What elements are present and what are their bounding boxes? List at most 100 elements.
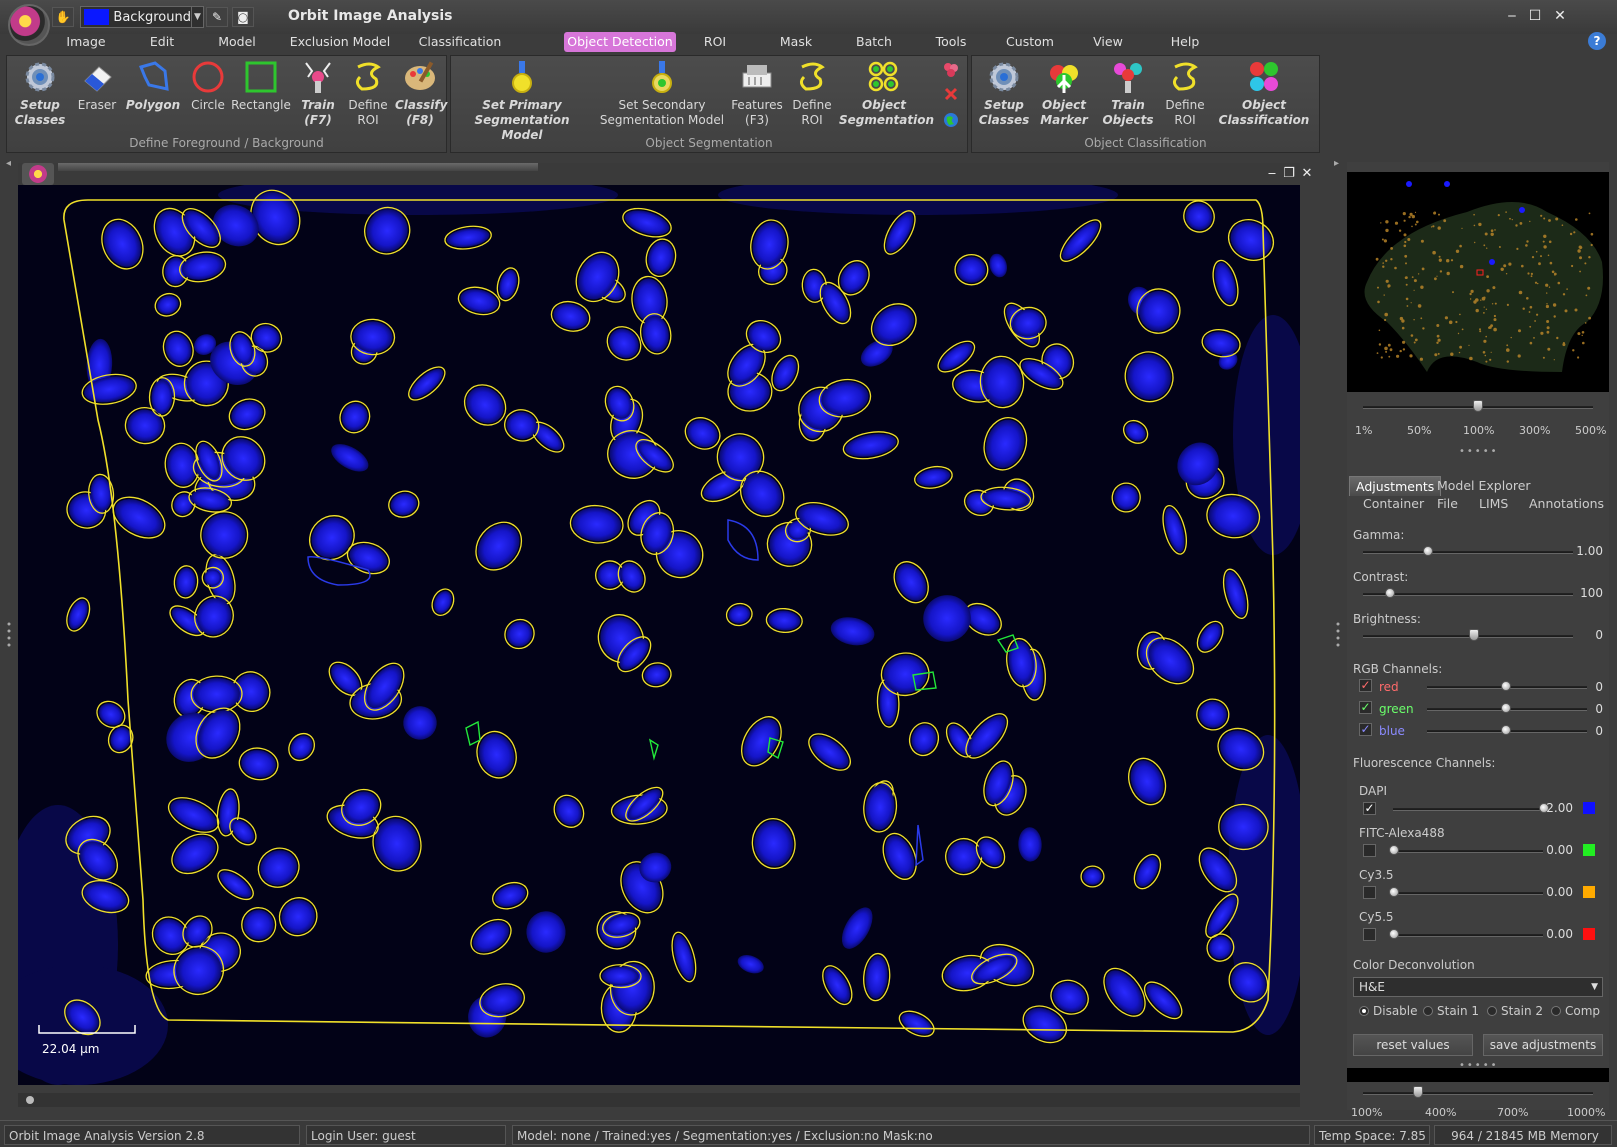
segmentation-canvas[interactable] xyxy=(18,185,1300,1085)
tab-annotations[interactable]: Annotations xyxy=(1523,494,1610,514)
cy55-color-swatch[interactable] xyxy=(1583,928,1595,940)
menu-mask[interactable]: Mask xyxy=(775,32,817,52)
image-viewer[interactable] xyxy=(18,185,1300,1085)
gamma-slider[interactable] xyxy=(1363,551,1573,554)
maximize-icon[interactable]: ☐ xyxy=(1525,6,1545,26)
cy35-slider[interactable] xyxy=(1393,892,1543,895)
tab-model-explorer[interactable]: Model Explorer xyxy=(1431,476,1537,496)
zoom-slider-thumb[interactable] xyxy=(1473,400,1483,412)
radio-stain-2[interactable]: Stain 2 xyxy=(1487,1004,1543,1018)
green-slider-thumb[interactable] xyxy=(1501,703,1511,713)
classify-button[interactable]: Classify (F8) xyxy=(395,59,447,128)
menu-model[interactable]: Model xyxy=(212,32,262,52)
green-channel-checkbox[interactable]: ✓ xyxy=(1359,701,1372,714)
document-tab-icon[interactable] xyxy=(22,163,54,185)
wrench-icon[interactable]: ✎ xyxy=(206,7,228,27)
overview-thumbnail[interactable] xyxy=(1347,172,1609,392)
rectangle-button[interactable]: Rectangle xyxy=(231,59,291,113)
left-splitter-handle[interactable] xyxy=(7,620,11,650)
menu-view[interactable]: View xyxy=(1090,32,1126,52)
tab-adjustments[interactable]: Adjustments xyxy=(1349,476,1442,496)
blue-channel-checkbox[interactable]: ✓ xyxy=(1359,723,1372,736)
menu-roi[interactable]: ROI xyxy=(700,32,730,52)
contrast-slider-thumb[interactable] xyxy=(1385,588,1395,598)
collapse-right-arrow-icon[interactable]: ▸ xyxy=(1334,158,1339,169)
tab-file[interactable]: File xyxy=(1431,494,1464,514)
cy35-slider-thumb[interactable] xyxy=(1389,887,1399,897)
collapse-left-arrow-icon[interactable]: ◂ xyxy=(6,158,11,169)
right-splitter-handle[interactable] xyxy=(1336,620,1340,650)
tab-lims[interactable]: LIMS xyxy=(1473,494,1514,514)
menu-edit[interactable]: Edit xyxy=(142,32,182,52)
radio-stain-1[interactable]: Stain 1 xyxy=(1423,1004,1479,1018)
brightness-slider-thumb[interactable] xyxy=(1469,629,1479,641)
cy35-color-swatch[interactable] xyxy=(1583,886,1595,898)
deconvolution-select[interactable]: H&E ▼ xyxy=(1353,977,1603,997)
menu-help[interactable]: Help xyxy=(1165,32,1205,52)
delete-icon[interactable] xyxy=(943,86,959,102)
class-selector[interactable]: Background ▼ xyxy=(80,6,204,28)
eraser-button[interactable]: Eraser xyxy=(73,59,121,113)
chevron-down-icon[interactable]: ▼ xyxy=(190,7,203,27)
object-segmentation-button[interactable]: Object Segmentation xyxy=(839,59,934,128)
globe-icon[interactable] xyxy=(943,112,959,128)
bottom-zoom-thumb[interactable] xyxy=(1413,1086,1423,1098)
red-channel-checkbox[interactable]: ✓ xyxy=(1359,679,1372,692)
cy55-slider[interactable] xyxy=(1393,934,1543,937)
gamma-slider-thumb[interactable] xyxy=(1423,546,1433,556)
set-primary-segmentation-model-button[interactable]: Set Primary Segmentation Model xyxy=(459,59,585,143)
help-icon[interactable]: ? xyxy=(1588,32,1606,50)
fitc-checkbox[interactable] xyxy=(1363,844,1376,857)
doc-close-icon[interactable]: ✕ xyxy=(1298,165,1316,183)
train-button[interactable]: Train (F7) xyxy=(297,59,339,128)
menu-custom[interactable]: Custom xyxy=(1002,32,1058,52)
save-adjustments-button[interactable]: save adjustments xyxy=(1483,1034,1603,1056)
horizontal-scrollbar[interactable] xyxy=(18,1093,1300,1107)
dapi-slider[interactable] xyxy=(1393,808,1543,811)
doc-restore-icon[interactable]: ❐ xyxy=(1280,165,1298,183)
tab-container[interactable]: Container xyxy=(1357,494,1430,514)
set-secondary-segmentation-model-button[interactable]: Set Secondary Segmentation Model xyxy=(599,59,725,128)
features-button[interactable]: Features (F3) xyxy=(729,59,785,128)
menu-tools[interactable]: Tools xyxy=(928,32,974,52)
blue-slider-thumb[interactable] xyxy=(1501,725,1511,735)
menu-exclusion-model[interactable]: Exclusion Model xyxy=(285,32,395,52)
define-roi-segmentation-button[interactable]: Define ROI xyxy=(789,59,835,128)
define-roi-button[interactable]: Define ROI xyxy=(345,59,391,128)
circle-button[interactable]: Circle xyxy=(185,59,231,113)
doc-minimize-icon[interactable]: ‒ xyxy=(1263,165,1281,183)
menu-classification[interactable]: Classification xyxy=(410,32,510,52)
panel-splitter[interactable]: ••••• xyxy=(1459,446,1499,457)
define-roi-classification-button[interactable]: Define ROI xyxy=(1162,59,1208,128)
brightness-slider[interactable] xyxy=(1363,635,1573,638)
cy35-checkbox[interactable] xyxy=(1363,886,1376,899)
object-classification-button[interactable]: Object Classification xyxy=(1216,59,1312,128)
dapi-checkbox[interactable]: ✓ xyxy=(1363,802,1376,815)
radio-comp[interactable]: Comp xyxy=(1551,1004,1600,1018)
cy55-checkbox[interactable] xyxy=(1363,928,1376,941)
setup-classes-objects-button[interactable]: Setup Classes xyxy=(976,59,1032,128)
bottom-zoom-slider[interactable] xyxy=(1363,1092,1593,1095)
scroll-thumb[interactable] xyxy=(26,1096,34,1104)
close-icon[interactable]: ✕ xyxy=(1550,6,1570,26)
reset-values-button[interactable]: reset values xyxy=(1353,1034,1473,1056)
setup-classes-button[interactable]: Setup Classes xyxy=(13,59,67,128)
cy55-slider-thumb[interactable] xyxy=(1389,929,1399,939)
camera-icon[interactable]: ◙ xyxy=(232,7,254,27)
app-logo-icon[interactable] xyxy=(8,4,50,46)
minimize-icon[interactable]: ‒ xyxy=(1502,6,1522,26)
fitc-slider-thumb[interactable] xyxy=(1389,845,1399,855)
red-slider-thumb[interactable] xyxy=(1501,681,1511,691)
menu-object-detection[interactable]: Object Detection xyxy=(564,32,676,52)
pan-hand-icon[interactable]: ✋ xyxy=(52,7,74,27)
menu-batch[interactable]: Batch xyxy=(850,32,898,52)
fitc-color-swatch[interactable] xyxy=(1583,844,1595,856)
radio-disable[interactable]: Disable xyxy=(1359,1004,1418,1018)
cell-cluster-icon[interactable] xyxy=(943,62,959,78)
menu-image[interactable]: Image xyxy=(60,32,112,52)
dapi-color-swatch[interactable] xyxy=(1583,802,1595,814)
polygon-button[interactable]: Polygon xyxy=(125,59,181,113)
fitc-slider[interactable] xyxy=(1393,850,1543,853)
object-marker-button[interactable]: Object Marker xyxy=(1036,59,1092,128)
train-objects-button[interactable]: Train Objects xyxy=(1098,59,1158,128)
